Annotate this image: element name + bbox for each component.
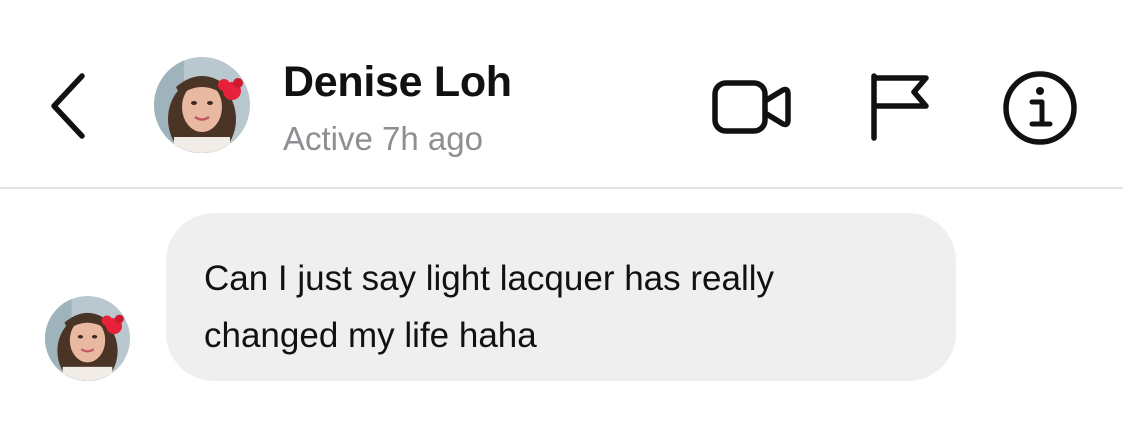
contact-status: Active 7h ago (283, 120, 483, 157)
video-call-button[interactable] (710, 74, 794, 140)
info-button[interactable] (1000, 68, 1080, 148)
info-circle-icon (1003, 71, 1077, 145)
chat-screen: Denise Loh Active 7h ago Can I just say … (0, 0, 1123, 433)
message-bubble[interactable]: Can I just say light lacquer has really … (166, 213, 956, 381)
video-camera-icon (712, 80, 791, 134)
report-button[interactable] (862, 70, 934, 142)
avatar-photo (45, 296, 130, 381)
avatar-photo (154, 57, 250, 153)
flag-icon (871, 73, 929, 141)
back-button[interactable] (40, 68, 100, 144)
message-text: Can I just say light lacquer has really … (204, 259, 774, 355)
chat-header: Denise Loh Active 7h ago (0, 0, 1123, 188)
sender-avatar[interactable] (45, 296, 130, 381)
chevron-left-icon (51, 73, 85, 139)
header-divider (0, 187, 1123, 189)
contact-name[interactable]: Denise Loh (283, 58, 512, 107)
contact-avatar[interactable] (154, 57, 250, 153)
message-row: Can I just say light lacquer has really … (0, 200, 1123, 433)
